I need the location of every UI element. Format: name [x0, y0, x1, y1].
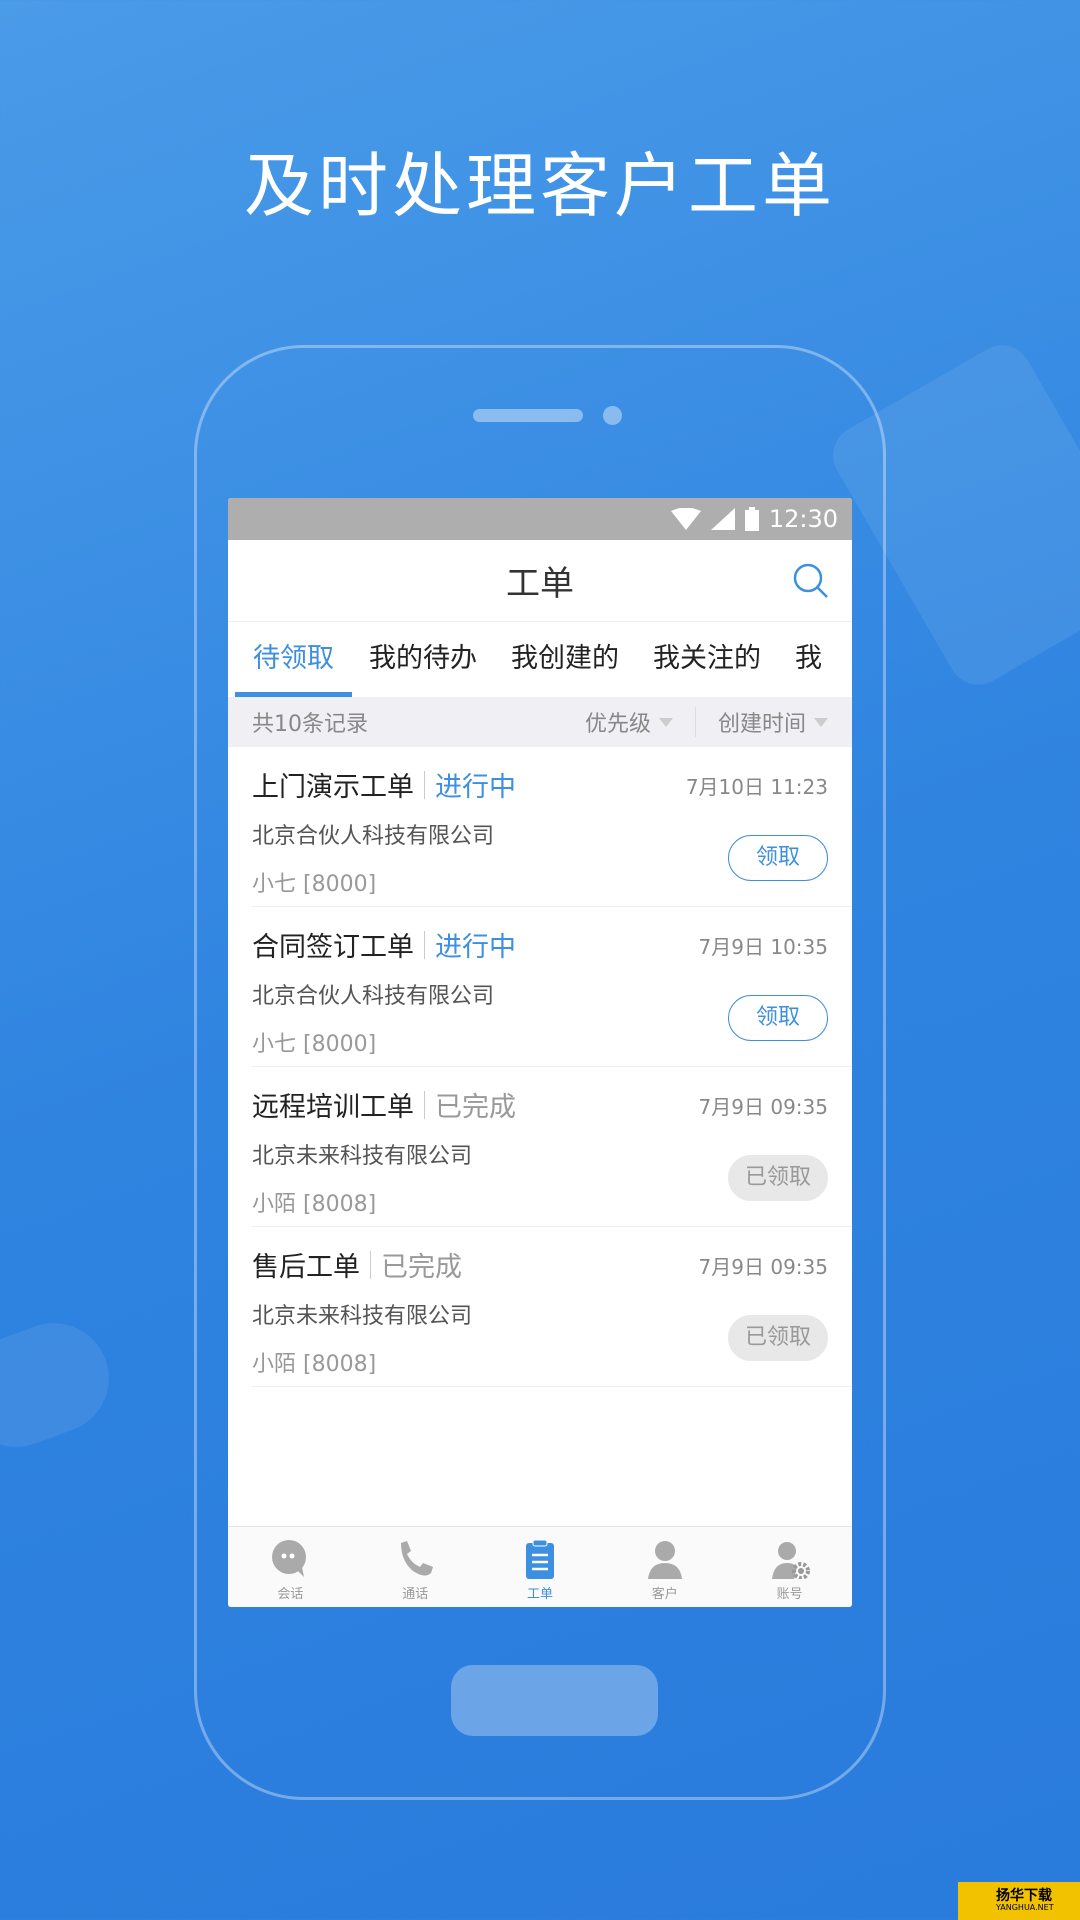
claim-button[interactable]: 领取	[728, 995, 828, 1041]
app-header: 工单	[228, 540, 852, 622]
phone-speaker	[473, 409, 583, 422]
watermark-logo: 扬华下载 YANGHUA.NET	[958, 1882, 1080, 1920]
user-icon	[647, 1541, 682, 1579]
ticket-row[interactable]: 合同签订工单 进行中 北京合伙人科技有限公司 小七 [8000] 7月9日 10:…	[252, 907, 852, 1067]
phone-icon	[401, 1541, 434, 1576]
nav-tickets[interactable]: 工单	[478, 1527, 603, 1607]
ticket-status: 已完成	[381, 1252, 462, 1283]
tab-followed[interactable]: 我关注的	[636, 622, 778, 697]
phone-camera	[603, 406, 622, 425]
ticket-time: 7月9日 09:35	[698, 1255, 828, 1279]
battery-icon	[744, 507, 759, 531]
claimed-button: 已领取	[728, 1315, 828, 1361]
nav-chat[interactable]: 会话	[228, 1527, 353, 1607]
ticket-title: 合同签订工单	[252, 932, 414, 963]
ticket-time: 7月9日 10:35	[698, 935, 828, 959]
search-icon[interactable]	[792, 562, 830, 600]
divider	[424, 1090, 425, 1119]
ticket-row[interactable]: 上门演示工单 进行中 北京合伙人科技有限公司 小七 [8000] 7月10日 11…	[252, 747, 852, 907]
record-count: 共10条记录	[252, 712, 368, 737]
ticket-row[interactable]: 售后工单 已完成 北京未来科技有限公司 小陌 [8008] 7月9日 09:35 …	[252, 1227, 852, 1387]
status-bar: 12:30	[228, 498, 852, 540]
nav-call[interactable]: 通话	[353, 1527, 478, 1607]
user-gear-icon	[771, 1542, 810, 1579]
nav-label: 通话	[402, 1587, 429, 1602]
nav-customer[interactable]: 客户	[602, 1527, 727, 1607]
wifi-icon	[670, 508, 701, 530]
ticket-status: 进行中	[435, 772, 516, 803]
divider	[370, 1250, 371, 1279]
ticket-list: 上门演示工单 进行中 北京合伙人科技有限公司 小七 [8000] 7月10日 11…	[228, 747, 852, 1387]
status-time: 12:30	[768, 505, 838, 533]
tab-more[interactable]: 我	[778, 622, 839, 697]
sort-created-time-label: 创建时间	[717, 712, 806, 737]
sort-priority[interactable]: 优先级	[585, 706, 673, 738]
app-screen: 12:30 工单 待领取 我的待办 我创建的 我关注的 我 共10条记录 优先级…	[228, 498, 852, 1607]
nav-label: 账号	[776, 1587, 803, 1602]
ticket-row[interactable]: 远程培训工单 已完成 北京未来科技有限公司 小陌 [8008] 7月9日 09:3…	[252, 1067, 852, 1227]
tab-bar: 待领取 我的待办 我创建的 我关注的 我	[228, 622, 852, 697]
sort-priority-label: 优先级	[584, 712, 651, 737]
claimed-button: 已领取	[728, 1155, 828, 1201]
divider	[424, 930, 425, 959]
ticket-time: 7月9日 09:35	[698, 1095, 828, 1119]
tab-pending[interactable]: 待领取	[235, 622, 352, 697]
ticket-title: 上门演示工单	[252, 772, 414, 803]
claim-button[interactable]: 领取	[728, 835, 828, 881]
sort-created-time[interactable]: 创建时间	[718, 706, 828, 738]
bottom-nav: 会话 通话 工单 客户 账号	[228, 1526, 852, 1607]
ticket-title: 远程培训工单	[252, 1092, 414, 1123]
ticket-title: 售后工单	[252, 1252, 360, 1283]
nav-label: 会话	[277, 1587, 304, 1602]
signal-icon	[710, 508, 735, 530]
divider	[424, 770, 425, 799]
chat-icon	[272, 1540, 307, 1577]
headline: 及时处理客户工单	[244, 145, 836, 227]
page-title: 工单	[506, 564, 574, 604]
tab-created[interactable]: 我创建的	[494, 622, 636, 697]
ticket-status: 进行中	[435, 932, 516, 963]
phone-home-button	[451, 1665, 658, 1736]
nav-account[interactable]: 账号	[727, 1527, 852, 1607]
dropdown-arrow-icon	[814, 717, 828, 727]
clipboard-icon	[525, 1539, 554, 1579]
ticket-time: 7月10日 11:23	[685, 775, 828, 799]
nav-label: 客户	[651, 1587, 678, 1602]
decorative-shape	[0, 1307, 125, 1463]
filter-bar: 共10条记录 优先级 创建时间	[228, 697, 852, 747]
nav-label: 工单	[526, 1587, 553, 1602]
ticket-status: 已完成	[435, 1092, 516, 1123]
tab-my-todo[interactable]: 我的待办	[352, 622, 494, 697]
dropdown-arrow-icon	[658, 717, 673, 727]
